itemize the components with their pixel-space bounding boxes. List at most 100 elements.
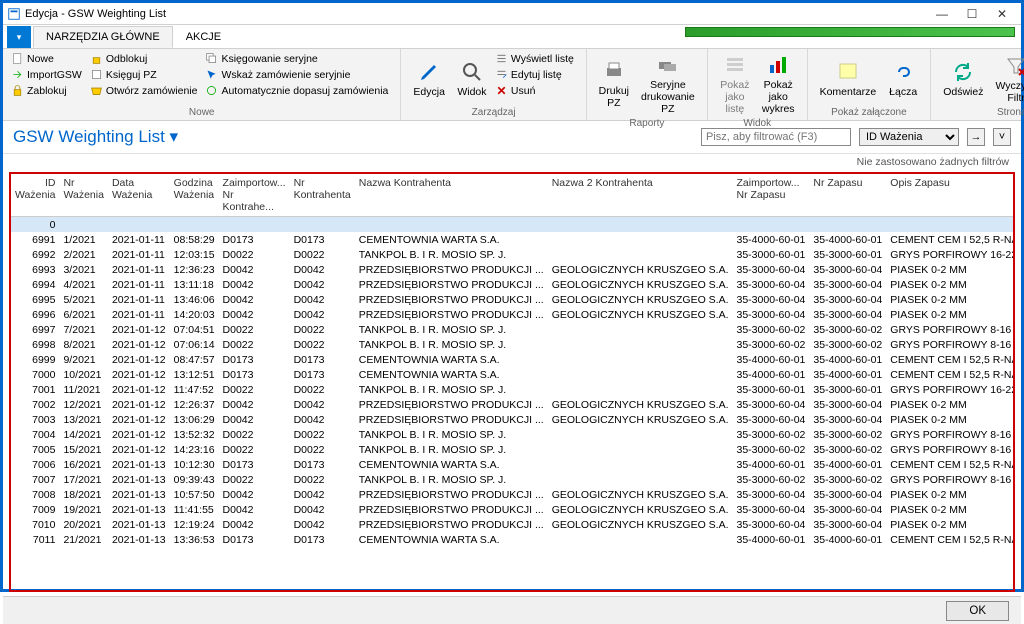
table-row[interactable]: 700515/20212021-01-1214:23:16D0022D0022T…	[11, 442, 1015, 457]
link-icon	[891, 60, 915, 84]
table-row[interactable]: 69911/20212021-01-1108:58:29D0173D0173CE…	[11, 232, 1015, 247]
pointer-icon	[205, 68, 218, 81]
wskazser-button[interactable]: Wskaż zamówienie seryjnie	[203, 67, 390, 82]
edytuj-button[interactable]: Edytuj listę	[493, 67, 576, 82]
ribbon-group-nowe: Nowe ImportGSW Zablokuj Odblokuj Księguj…	[3, 49, 401, 120]
list-icon	[495, 52, 508, 65]
note-icon	[836, 60, 860, 84]
tab-actions[interactable]: AKCJE	[173, 26, 234, 48]
progress-bar	[685, 27, 1015, 37]
ribbon-group-zalaczone: Komentarze Łącza Pokaż załączone	[808, 49, 932, 120]
clearfilter-icon	[1004, 54, 1024, 78]
table-row[interactable]: 69922/20212021-01-1112:03:15D0022D0022TA…	[11, 247, 1015, 262]
table-row[interactable]: 700111/20212021-01-1211:47:52D0022D0022T…	[11, 382, 1015, 397]
table-row[interactable]: 69944/20212021-01-1113:11:18D0042D0042PR…	[11, 277, 1015, 292]
nowe-button[interactable]: Nowe	[9, 51, 84, 66]
col-nz[interactable]: Nr Zapasu	[809, 174, 886, 217]
grid-header: IDWażenia Nr Ważenia DataWażenia Godzina…	[11, 174, 1015, 217]
table-row[interactable]: 00,00	[11, 217, 1015, 233]
edycja-button[interactable]: Edycja	[407, 51, 451, 106]
minimize-button[interactable]: —	[927, 5, 957, 23]
table-row[interactable]: 700717/20212021-01-1309:39:43D0022D0022T…	[11, 472, 1015, 487]
file-menu[interactable]: ▾	[7, 26, 31, 48]
ribbon-group-strona: Odśwież Wyczyść Filtr Znajdź Strona	[931, 49, 1024, 120]
lacza-button[interactable]: Łącza	[882, 51, 924, 106]
wyczysc-button[interactable]: Wyczyść Filtr	[989, 51, 1024, 106]
col-id[interactable]: IDWażenia	[11, 174, 59, 217]
col-data[interactable]: DataWażenia	[108, 174, 170, 217]
unlock-icon	[90, 52, 103, 65]
table-row[interactable]: 700818/20212021-01-1310:57:50D0042D0042P…	[11, 487, 1015, 502]
col-zz[interactable]: Zaimportow...Nr Zapasu	[733, 174, 810, 217]
ok-button[interactable]: OK	[946, 601, 1009, 621]
importgsw-button[interactable]: ImportGSW	[9, 67, 84, 82]
col-nazwa2[interactable]: Nazwa 2 Kontrahenta	[548, 174, 733, 217]
usun-button[interactable]: Usuń	[493, 83, 576, 98]
table-row[interactable]: 69933/20212021-01-1112:36:23D0042D0042PR…	[11, 262, 1015, 277]
drukujpz-button[interactable]: Drukuj PZ	[593, 51, 635, 117]
odswiez-button[interactable]: Odśwież	[937, 51, 989, 106]
search-expand-button[interactable]: ˅	[993, 128, 1011, 146]
maximize-button[interactable]: ☐	[957, 5, 987, 23]
tab-main[interactable]: NARZĘDZIA GŁÓWNE	[33, 26, 173, 48]
close-button[interactable]: ✕	[987, 5, 1017, 23]
listview-icon	[723, 53, 747, 77]
automatch-icon	[205, 84, 218, 97]
col-zk[interactable]: Zaimportow...Nr Kontrahe...	[219, 174, 290, 217]
lock-icon	[11, 84, 24, 97]
post-icon	[90, 68, 103, 81]
autodop-button[interactable]: Automatycznie dopasuj zamówienia	[203, 83, 390, 98]
magnifier-icon	[460, 60, 484, 84]
table-row[interactable]: 701121/20212021-01-1313:36:53D0173D0173C…	[11, 532, 1015, 547]
filter-status: Nie zastosowano żadnych filtrów	[3, 154, 1021, 170]
open-icon	[90, 84, 103, 97]
table-row[interactable]: 69977/20212021-01-1207:04:51D0022D0022TA…	[11, 322, 1015, 337]
grid-wrap: IDWażenia Nr Ważenia DataWażenia Godzina…	[9, 172, 1015, 592]
ribbon-group-widok: Pokaż jako listę Pokaż jako wykres Widok	[708, 49, 808, 120]
ribbon: Nowe ImportGSW Zablokuj Odblokuj Księguj…	[3, 49, 1021, 121]
col-nr[interactable]: Nr Ważenia	[59, 174, 107, 217]
search-field-combo[interactable]: ID Ważenia	[859, 128, 959, 146]
pencil-icon	[417, 60, 441, 84]
editlist-icon	[495, 68, 508, 81]
zablokuj-button[interactable]: Zablokuj	[9, 83, 84, 98]
table-row[interactable]: 69955/20212021-01-1113:46:06D0042D0042PR…	[11, 292, 1015, 307]
col-nazwa[interactable]: Nazwa Kontrahenta	[355, 174, 548, 217]
table-row[interactable]: 700010/20212021-01-1213:12:51D0173D0173C…	[11, 367, 1015, 382]
refresh-icon	[951, 60, 975, 84]
table-row[interactable]: 701020/20212021-01-1312:19:24D0042D0042P…	[11, 517, 1015, 532]
page-title[interactable]: GSW Weighting List ▾	[13, 127, 693, 147]
page-header: GSW Weighting List ▾ ID Ważenia → ˅	[3, 121, 1021, 154]
batch-icon	[205, 52, 218, 65]
table-row[interactable]: 700919/20212021-01-1311:41:55D0042D0042P…	[11, 502, 1015, 517]
table-row[interactable]: 700616/20212021-01-1310:12:30D0173D0173C…	[11, 457, 1015, 472]
col-opis[interactable]: Opis Zapasu	[886, 174, 1015, 217]
col-nk[interactable]: NrKontrahenta	[290, 174, 355, 217]
col-godz[interactable]: GodzinaWażenia	[170, 174, 219, 217]
table-row[interactable]: 69988/20212021-01-1207:06:14D0022D0022TA…	[11, 337, 1015, 352]
widok-button[interactable]: Widok	[451, 51, 493, 106]
delete-icon	[495, 84, 508, 97]
ksiegser-button[interactable]: Księgowanie seryjne	[203, 51, 390, 66]
otworz-button[interactable]: Otwórz zamówienie	[88, 83, 200, 98]
ksiegujpz-button[interactable]: Księguj PZ	[88, 67, 200, 82]
table-row[interactable]: 69966/20212021-01-1114:20:03D0042D0042PR…	[11, 307, 1015, 322]
printers-icon	[656, 53, 680, 77]
chart-icon	[766, 53, 790, 77]
table-row[interactable]: 69999/20212021-01-1208:47:57D0173D0173CE…	[11, 352, 1015, 367]
wyswietl-button[interactable]: Wyświetl listę	[493, 51, 576, 66]
table-row[interactable]: 700414/20212021-01-1213:52:32D0022D0022T…	[11, 427, 1015, 442]
ribbon-group-raporty: Drukuj PZ Seryjne drukowanie PZ Raporty	[587, 49, 708, 120]
komentarze-button[interactable]: Komentarze	[814, 51, 883, 106]
pokazwyk-button[interactable]: Pokaż jako wykres	[756, 51, 801, 117]
odblokuj-button[interactable]: Odblokuj	[88, 51, 200, 66]
search-input[interactable]	[701, 128, 851, 146]
search-go-button[interactable]: →	[967, 128, 985, 146]
seryjne-button[interactable]: Seryjne drukowanie PZ	[635, 51, 701, 117]
group-label: Nowe	[9, 106, 394, 118]
pokazlist-button[interactable]: Pokaż jako listę	[714, 51, 756, 117]
table-row[interactable]: 700212/20212021-01-1212:26:37D0042D0042P…	[11, 397, 1015, 412]
table-row[interactable]: 700313/20212021-01-1213:06:29D0042D0042P…	[11, 412, 1015, 427]
footer: OK	[3, 596, 1021, 624]
data-grid[interactable]: IDWażenia Nr Ważenia DataWażenia Godzina…	[11, 174, 1015, 547]
